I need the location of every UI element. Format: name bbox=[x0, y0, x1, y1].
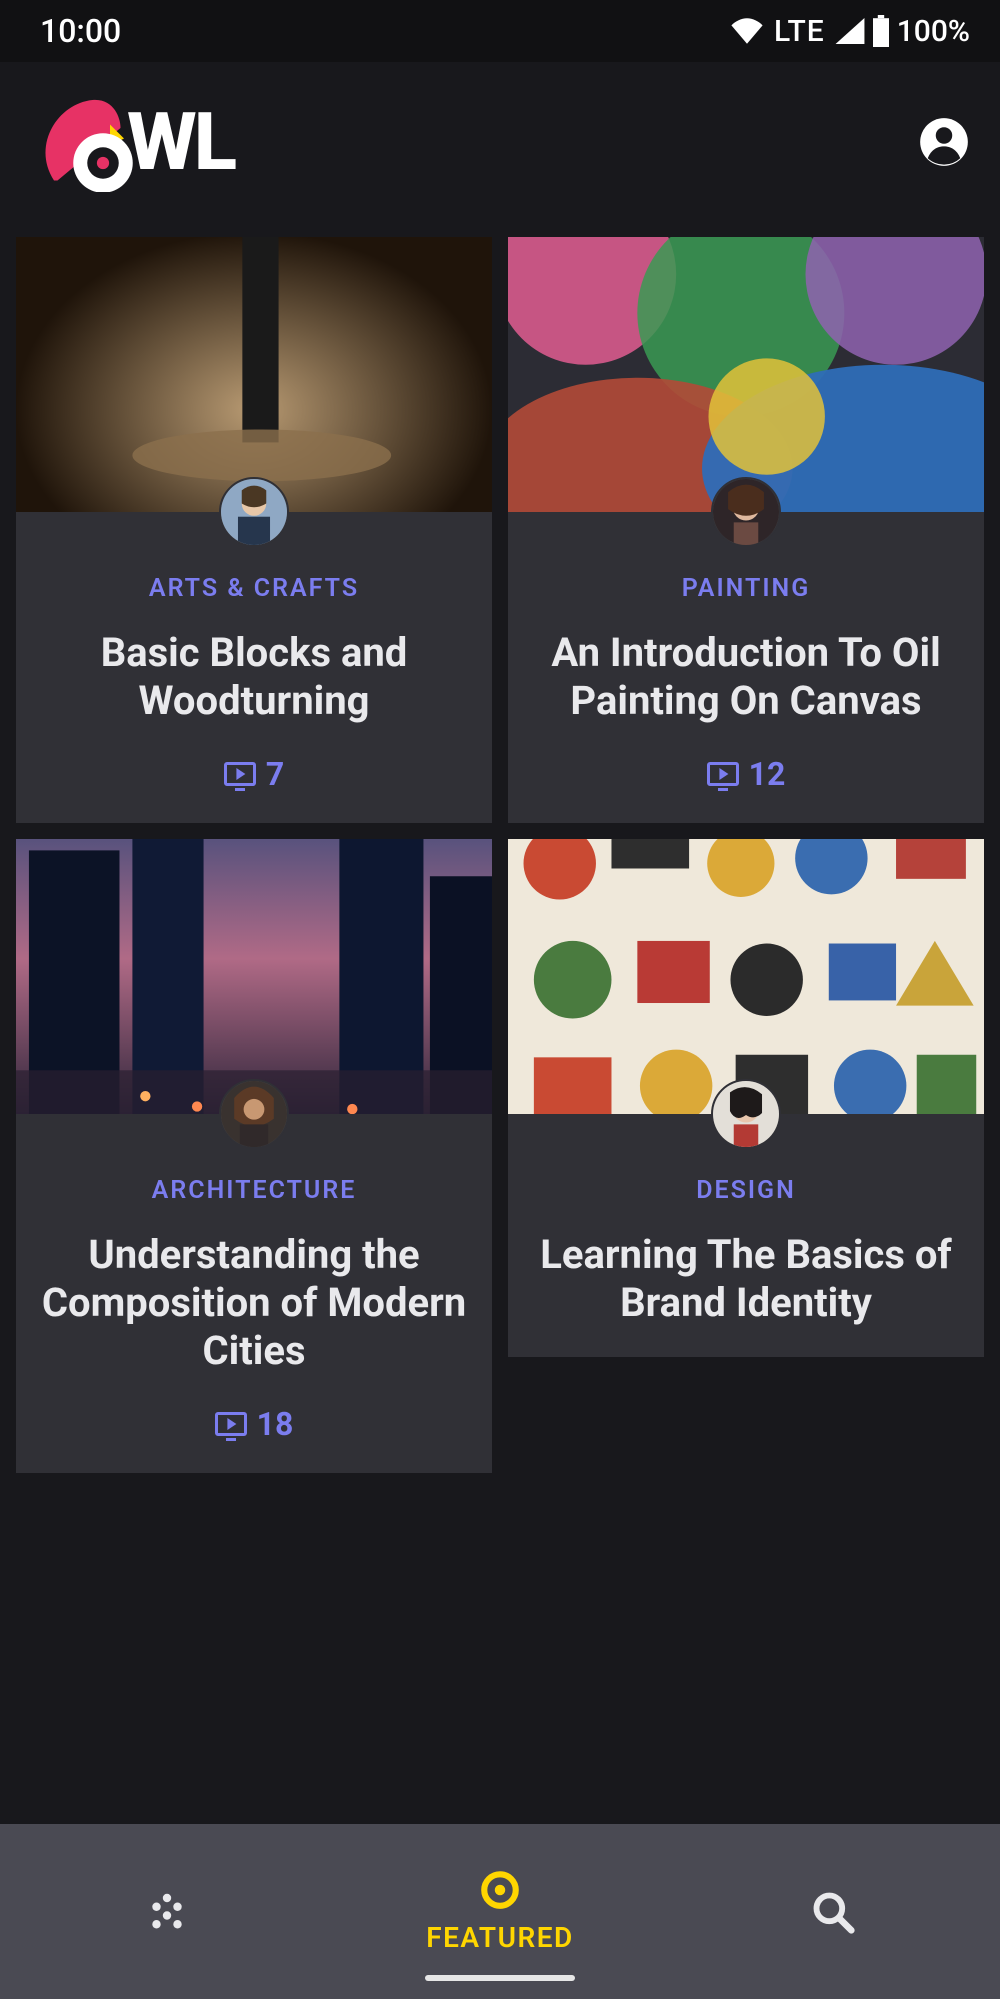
course-hero bbox=[16, 839, 492, 1114]
course-hero bbox=[508, 839, 984, 1114]
video-count: 18 bbox=[257, 1405, 294, 1443]
target-icon bbox=[479, 1869, 521, 1911]
wifi-icon bbox=[730, 18, 764, 44]
video-count-row: 12 bbox=[707, 755, 786, 793]
video-icon bbox=[215, 1412, 247, 1436]
signal-icon bbox=[835, 18, 865, 44]
course-card[interactable]: ARCHITECTURE Understanding the Compositi… bbox=[16, 839, 492, 1473]
grid-icon bbox=[146, 1891, 188, 1933]
feed-column-left: ARTS & CRAFTS Basic Blocks and Woodturni… bbox=[16, 237, 492, 1473]
video-icon bbox=[224, 762, 256, 786]
search-icon bbox=[811, 1890, 855, 1934]
course-title: Learning The Basics of Brand Identity bbox=[508, 1231, 984, 1327]
course-title: Understanding the Composition of Modern … bbox=[16, 1231, 492, 1375]
bottom-nav: FEATURED bbox=[0, 1824, 1000, 1999]
course-hero bbox=[16, 237, 492, 512]
course-card[interactable]: ARTS & CRAFTS Basic Blocks and Woodturni… bbox=[16, 237, 492, 823]
instructor-avatar[interactable] bbox=[219, 1079, 289, 1149]
feed-column-right: PAINTING An Introduction To Oil Painting… bbox=[508, 237, 984, 1473]
brand-text: WL bbox=[127, 95, 234, 189]
hero-image bbox=[16, 839, 492, 1114]
hero-image bbox=[508, 237, 984, 512]
course-category: PAINTING bbox=[682, 574, 811, 603]
course-hero bbox=[508, 237, 984, 512]
avatar-image bbox=[713, 1081, 779, 1147]
course-category: DESIGN bbox=[696, 1176, 796, 1205]
avatar-image bbox=[221, 1081, 287, 1147]
network-label: LTE bbox=[774, 14, 825, 49]
avatar-image bbox=[221, 479, 287, 545]
avatar-image bbox=[713, 479, 779, 545]
hero-image bbox=[16, 237, 492, 512]
video-count: 7 bbox=[266, 755, 284, 793]
video-count-row: 7 bbox=[224, 755, 284, 793]
course-category: ARTS & CRAFTS bbox=[149, 574, 359, 603]
home-indicator bbox=[425, 1975, 575, 1981]
video-count-row: 18 bbox=[215, 1405, 294, 1443]
instructor-avatar[interactable] bbox=[219, 477, 289, 547]
hero-image bbox=[508, 839, 984, 1114]
nav-featured[interactable]: FEATURED bbox=[333, 1824, 666, 1999]
course-card[interactable]: DESIGN Learning The Basics of Brand Iden… bbox=[508, 839, 984, 1357]
status-time: 10:00 bbox=[40, 12, 121, 50]
status-indicators: LTE 100% bbox=[730, 14, 970, 49]
course-category: ARCHITECTURE bbox=[152, 1176, 357, 1205]
nav-search[interactable] bbox=[667, 1824, 1000, 1999]
video-icon bbox=[707, 762, 739, 786]
battery-percent: 100% bbox=[897, 14, 970, 49]
status-bar: 10:00 LTE 100% bbox=[0, 0, 1000, 62]
app-header: WL bbox=[0, 62, 1000, 237]
battery-icon bbox=[871, 15, 891, 47]
nav-home[interactable] bbox=[0, 1824, 333, 1999]
course-title: An Introduction To Oil Painting On Canva… bbox=[508, 629, 984, 725]
course-card[interactable]: PAINTING An Introduction To Oil Painting… bbox=[508, 237, 984, 823]
app-logo[interactable]: WL bbox=[40, 92, 234, 192]
instructor-avatar[interactable] bbox=[711, 477, 781, 547]
profile-icon[interactable] bbox=[918, 116, 970, 168]
instructor-avatar[interactable] bbox=[711, 1079, 781, 1149]
course-feed: ARTS & CRAFTS Basic Blocks and Woodturni… bbox=[0, 237, 1000, 1473]
nav-label: FEATURED bbox=[426, 1921, 574, 1954]
course-title: Basic Blocks and Woodturning bbox=[16, 629, 492, 725]
video-count: 12 bbox=[749, 755, 786, 793]
